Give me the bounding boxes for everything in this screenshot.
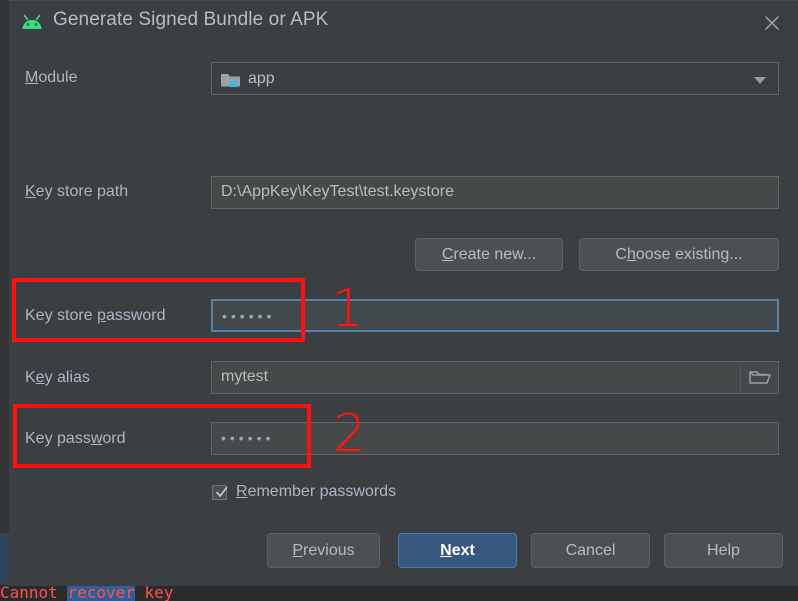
key-store-password-value: •••••• [222,308,276,324]
dialog-titlebar: Generate Signed Bundle or APK [9,1,798,47]
dialog-title: Generate Signed Bundle or APK [53,9,329,30]
key-password-label: Key password [25,430,126,447]
cancel-button-label: Cancel [565,542,616,559]
key-password-value: •••••• [221,430,275,446]
key-store-password-label: Key store password [25,307,166,324]
editor-code-line: Cannot recover key [0,585,798,601]
cancel-button[interactable]: Cancel [531,533,650,568]
key-alias-value: mytest [221,368,269,385]
key-store-path-label: Key store path [25,183,129,200]
code-text-part1: Cannot [0,585,68,601]
remember-passwords-label: Remember passwords [236,483,397,500]
ide-background-strip [0,0,9,601]
key-store-path-value: D:\AppKey\KeyTest\test.keystore [221,183,454,200]
code-text-selected: recover [67,585,135,601]
chevron-down-icon[interactable] [754,77,766,84]
help-button-label: Help [707,542,740,559]
generate-signed-bundle-dialog: Generate Signed Bundle or APK Module app [9,0,798,586]
key-store-path-input[interactable]: D:\AppKey\KeyTest\test.keystore [211,176,779,209]
android-robot-icon [20,12,44,34]
check-icon [215,485,228,497]
key-store-password-input[interactable]: •••••• [211,299,779,332]
choose-existing-button[interactable]: Choose existing... [579,238,779,271]
create-new-button[interactable]: Create new... [415,238,563,271]
close-icon[interactable] [756,7,788,39]
module-value: app [248,70,275,87]
key-alias-input[interactable]: mytest [211,361,779,394]
key-password-input[interactable]: •••••• [211,422,779,455]
screen: Cannot recover key Generate Signed Bundl… [0,0,798,601]
key-alias-label: Key alias [25,369,90,386]
help-button[interactable]: Help [664,533,783,568]
code-text-part2: key [134,585,174,601]
module-combobox[interactable]: app [211,62,779,95]
folder-open-icon[interactable] [740,363,777,392]
module-label: Module [25,69,78,86]
module-folder-icon [220,70,242,88]
remember-passwords-checkbox[interactable] [212,485,228,500]
previous-button[interactable]: Previous [267,533,380,568]
next-button[interactable]: Next [398,533,517,568]
